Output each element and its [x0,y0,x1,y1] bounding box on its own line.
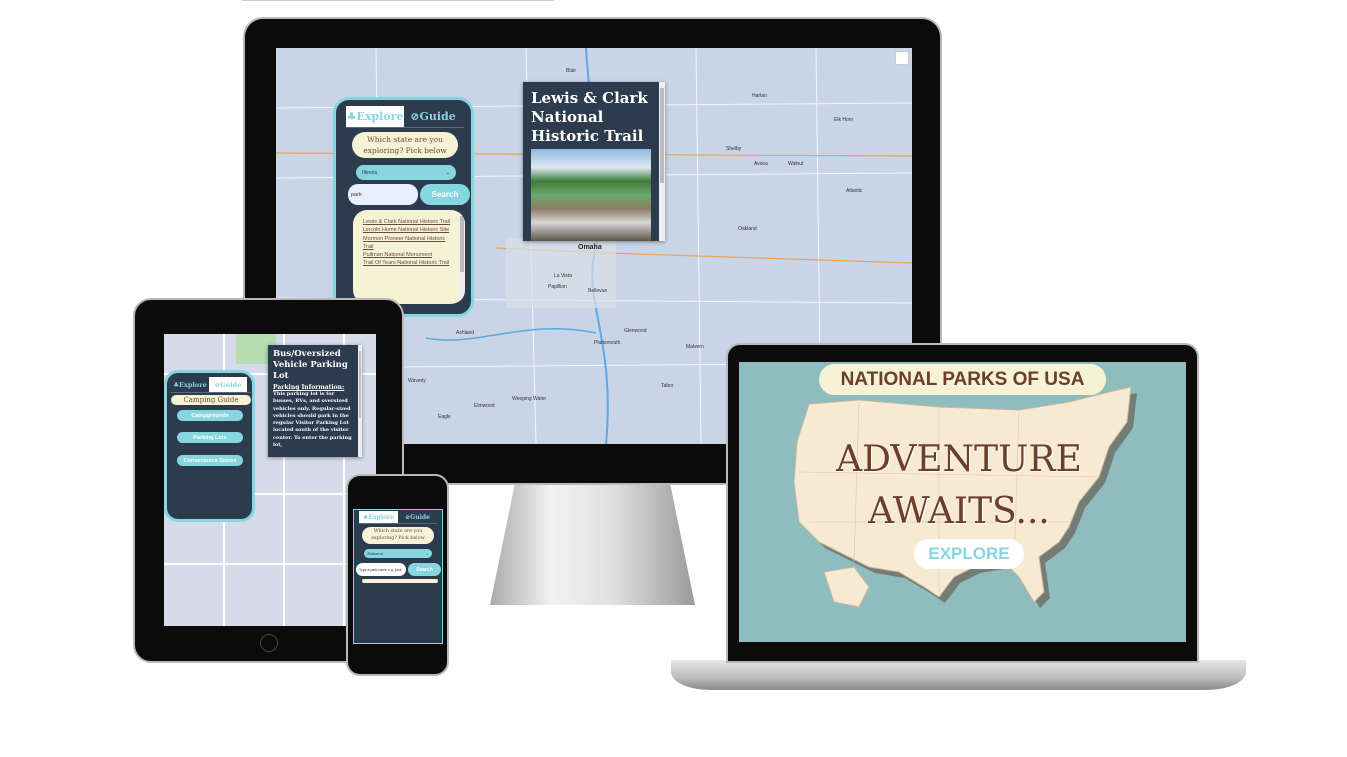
map-label: Avoca [754,161,768,167]
tab-guide[interactable]: ⊘ Guide [209,377,247,392]
map-label: Walnut [788,161,804,167]
guide-panel: ♣ Explore ⊘ Guide Camping Guide Campground… [164,370,255,522]
search-input[interactable]: Type a park name e.g. park [356,563,406,576]
tab-guide[interactable]: ⊘ Guide [398,511,437,523]
search-input[interactable]: park [348,184,418,205]
state-prompt: Which state are you exploring? Pick belo… [352,132,458,158]
home-button[interactable] [260,634,278,652]
laptop-base [671,660,1246,690]
headline: ADVENTURE AWAITS... [836,439,1082,532]
park-photo [531,149,651,241]
landing-page: NATIONAL PARKS OF USA ADVENTURE AWAITS..… [739,362,1186,642]
tab-explore[interactable]: ♣ Explore [346,106,404,127]
tree-icon: ♣ [346,110,357,123]
layers-button[interactable] [895,51,909,65]
monitor-stand [490,485,695,605]
map-label: Papillion [548,284,567,290]
map-label: Weeping Water [512,396,547,402]
map-label: Blair [566,68,577,74]
map-label: Atlantic [846,188,863,194]
map-label: La Vista [554,273,572,279]
map-label-omaha: Omaha [578,244,602,251]
result-link[interactable]: Lewis & Clark National Historic Trail [363,218,455,226]
chevron-down-icon: ⌄ [425,551,429,556]
map-label: Ashland [456,330,475,336]
guide-title: Camping Guide [171,395,251,405]
scrollbar[interactable] [459,210,465,304]
compass-icon: ⊘ [410,110,420,123]
result-link[interactable]: Trail Of Tears National Historic Trail [363,259,455,267]
search-button[interactable]: Search [420,184,470,205]
park-popup: Lewis & Clark National Historic Trail [523,82,665,241]
state-select[interactable]: Alabama ⌄ [364,549,432,558]
scrollbar[interactable] [659,82,665,241]
popup-title: Lewis & Clark National Historic Trail [531,89,648,145]
result-link[interactable]: Mormon Pioneer National Historic Trail [363,235,455,252]
parking-popup: Bus/Oversized Vehicle Parking Lot Parkin… [268,345,362,457]
state-select[interactable]: Illinois ⌄ [356,165,456,180]
tab-explore[interactable]: ♣ Explore [171,377,209,392]
map-label: Plattsmouth [594,340,621,346]
map-label: Oakland [738,226,757,232]
map-label: Malvern [686,344,704,350]
chevron-down-icon: ⌄ [445,169,450,176]
search-button[interactable]: Search [408,563,441,576]
map-label: Glenwood [624,328,647,334]
results-list [362,579,438,583]
tab-explore[interactable]: ♣ Explore [359,511,398,523]
map-label: Elk Horn [834,117,854,123]
tab-guide[interactable]: ⊘ Guide [404,106,462,127]
site-title: NATIONAL PARKS OF USA [819,364,1106,395]
phone-screen: ♣ Explore ⊘ Guide Which state are you expl… [353,509,443,644]
map-label: Harlan [752,93,767,99]
map-label: Bellevue [588,288,608,294]
result-link[interactable]: Pullman National Monument [363,251,455,259]
state-prompt: Which state are you exploring? Pick belo… [362,527,434,544]
divider [242,0,554,1]
explore-button[interactable]: EXPLORE [914,539,1024,569]
map-label: Shelby [726,146,742,152]
guide-item-parking-lots[interactable]: Parking Lots [177,432,243,443]
map-label: Waverly [408,378,426,384]
map-label: Tabor [661,383,674,389]
result-link[interactable]: Lincoln Home National Historic Site [363,226,455,234]
map-label: Eagle [438,414,451,420]
guide-item-convenience-stores[interactable]: Convenience Stores [177,455,243,466]
results-list: Lewis & Clark National Historic Trail Li… [353,210,465,304]
scrollbar[interactable] [358,345,362,457]
explore-panel: ♣ Explore ⊘ Guide Which state are you expl… [333,97,474,317]
guide-item-campgrounds[interactable]: Campgrounds [177,410,243,421]
map-label: Elmwood [474,403,495,409]
